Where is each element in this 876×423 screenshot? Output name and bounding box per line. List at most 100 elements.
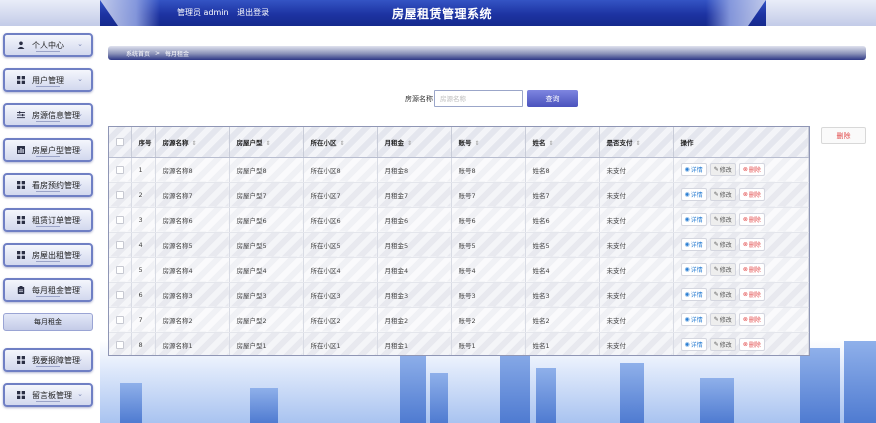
row-checkbox[interactable] (116, 290, 124, 299)
edit-button[interactable]: ✎ 修改 (709, 338, 736, 351)
breadcrumb-home[interactable]: 系统首页 (126, 49, 150, 58)
delete-button[interactable]: ⊗ 删除 (738, 213, 765, 226)
eye-icon: ◉ (684, 291, 690, 298)
sidebar-item-message-board[interactable]: 留言板管理 ⌄ (3, 383, 93, 407)
row-checkbox[interactable] (116, 265, 124, 274)
cell-type: 房屋户型2 (229, 307, 304, 333)
detail-button[interactable]: ◉ 详情 (680, 338, 707, 351)
col-header-label: 房屋户型 (236, 138, 263, 147)
delete-button[interactable]: ⊗ 删除 (738, 238, 765, 251)
col-header-rent[interactable]: 月租金 ⇕ (377, 127, 452, 158)
delete-button[interactable]: ⊗ 删除 (738, 288, 765, 301)
select-all-checkbox[interactable] (116, 137, 124, 146)
cell-community: 所在小区1 (303, 332, 378, 355)
sidebar-item-house-rental[interactable]: 房屋出租管理 ⌄ (3, 243, 93, 267)
clipboard-icon (16, 285, 26, 295)
logout-link[interactable]: 退出登录 (237, 8, 269, 17)
col-header-label: 所在小区 (310, 138, 337, 147)
row-select-cell (109, 332, 132, 355)
cell-name: 房源名称7 (155, 182, 230, 208)
cell-type: 房屋户型6 (229, 207, 304, 233)
chevron-down-icon: ⌄ (77, 215, 83, 223)
delete-button[interactable]: ⊗ 删除 (738, 338, 765, 351)
col-header-type[interactable]: 房屋户型 ⇕ (229, 127, 304, 158)
menu-underline (36, 86, 60, 87)
row-checkbox[interactable] (116, 340, 124, 349)
edit-label: 修改 (719, 342, 732, 349)
menu-underline (36, 401, 60, 402)
edit-button[interactable]: ✎ 修改 (709, 213, 736, 226)
row-actions: ◉ 详情 ✎ 修改 ⊗ 删除 (680, 213, 808, 226)
cell-person: 姓名4 (525, 257, 600, 283)
sidebar-item-rental-order[interactable]: 租赁订单管理 ⌄ (3, 208, 93, 232)
edit-button[interactable]: ✎ 修改 (709, 288, 736, 301)
menu-underline (36, 51, 60, 52)
detail-label: 详情 (690, 167, 703, 174)
cell-name: 房源名称2 (155, 307, 230, 333)
table-row: 2 房源名称7 房屋户型7 所在小区7 月租金7 账号7 姓名7 未支付 ◉ 详情… (109, 182, 809, 208)
row-checkbox[interactable] (116, 190, 124, 199)
eye-icon: ◉ (684, 341, 690, 348)
chart-icon (16, 145, 26, 155)
col-header-person[interactable]: 姓名 ⇕ (525, 127, 600, 158)
edit-button[interactable]: ✎ 修改 (709, 263, 736, 276)
edit-icon: ✎ (713, 241, 719, 248)
col-header-account[interactable]: 账号 ⇕ (451, 127, 526, 158)
edit-button[interactable]: ✎ 修改 (709, 238, 736, 251)
search-button[interactable]: 查询 (527, 90, 578, 107)
detail-button[interactable]: ◉ 详情 (680, 288, 707, 301)
delete-icon: ⊗ (742, 316, 748, 323)
edit-label: 修改 (719, 192, 732, 199)
detail-label: 详情 (690, 192, 703, 199)
sidebar-item-monthly-rent[interactable]: 每月租金管理 ⌃ (3, 278, 93, 302)
col-header-paid[interactable]: 是否支付 ⇕ (599, 127, 674, 158)
col-header-community[interactable]: 所在小区 ⇕ (303, 127, 378, 158)
delete-button[interactable]: ⊗ 删除 (738, 263, 765, 276)
sidebar-item-personal-center[interactable]: 个人中心 ⌄ (3, 33, 93, 57)
sidebar-subitem-monthly-rent[interactable]: 每月租金 (3, 313, 93, 331)
cell-person: 姓名2 (525, 307, 600, 333)
row-checkbox[interactable] (116, 240, 124, 249)
sidebar-item-house-type-management[interactable]: 房屋户型管理 ⌄ (3, 138, 93, 162)
chevron-down-icon: ⌄ (77, 250, 83, 258)
edit-icon: ✎ (713, 266, 719, 273)
detail-button[interactable]: ◉ 详情 (680, 188, 707, 201)
col-header-name[interactable]: 房源名称 ⇕ (155, 127, 230, 158)
delete-button[interactable]: ⊗ 删除 (738, 188, 765, 201)
sidebar-item-label: 租赁订单管理 (32, 215, 80, 225)
row-checkbox[interactable] (116, 215, 124, 224)
user-info: 管理员 admin 退出登录 (177, 7, 275, 18)
sidebar-item-listing-management[interactable]: 房源信息管理 ⌄ (3, 103, 93, 127)
cell-paid: 未支付 (599, 307, 674, 333)
sidebar-item-viewing-appointment[interactable]: 看房预约管理 ⌄ (3, 173, 93, 197)
row-checkbox[interactable] (116, 315, 124, 324)
sidebar-item-user-management[interactable]: 用户管理 ⌄ (3, 68, 93, 92)
delete-icon: ⊗ (742, 191, 748, 198)
cell-community: 所在小区5 (303, 232, 378, 258)
edit-label: 修改 (719, 317, 732, 324)
edit-label: 修改 (719, 242, 732, 249)
row-actions: ◉ 详情 ✎ 修改 ⊗ 删除 (680, 263, 808, 276)
sidebar-item-fault-report[interactable]: 我要报障管理 ⌄ (3, 348, 93, 372)
detail-button[interactable]: ◉ 详情 (680, 238, 707, 251)
batch-delete-button[interactable]: 删除 (821, 127, 866, 144)
detail-button[interactable]: ◉ 详情 (680, 163, 707, 176)
edit-button[interactable]: ✎ 修改 (709, 163, 736, 176)
cell-type: 房屋户型3 (229, 282, 304, 308)
user-icon (16, 40, 26, 50)
edit-button[interactable]: ✎ 修改 (709, 313, 736, 326)
detail-button[interactable]: ◉ 详情 (680, 213, 707, 226)
cell-community: 所在小区7 (303, 182, 378, 208)
edit-button[interactable]: ✎ 修改 (709, 188, 736, 201)
cell-account: 账号5 (451, 232, 526, 258)
edit-icon: ✎ (713, 291, 719, 298)
detail-button[interactable]: ◉ 详情 (680, 263, 707, 276)
delete-button[interactable]: ⊗ 删除 (738, 313, 765, 326)
search-input[interactable] (434, 90, 523, 107)
detail-button[interactable]: ◉ 详情 (680, 313, 707, 326)
data-table: 序号 房源名称 ⇕ 房屋户型 ⇕ 所在小区 ⇕ 月租金 ⇕ 账号 ⇕ 姓名 ⇕ 是否支付 ⇕ … (108, 126, 810, 356)
delete-button[interactable]: ⊗ 删除 (738, 163, 765, 176)
row-checkbox[interactable] (116, 165, 124, 174)
cell-actions: ◉ 详情 ✎ 修改 ⊗ 删除 (673, 307, 809, 333)
sort-icon: ⇕ (474, 139, 480, 147)
